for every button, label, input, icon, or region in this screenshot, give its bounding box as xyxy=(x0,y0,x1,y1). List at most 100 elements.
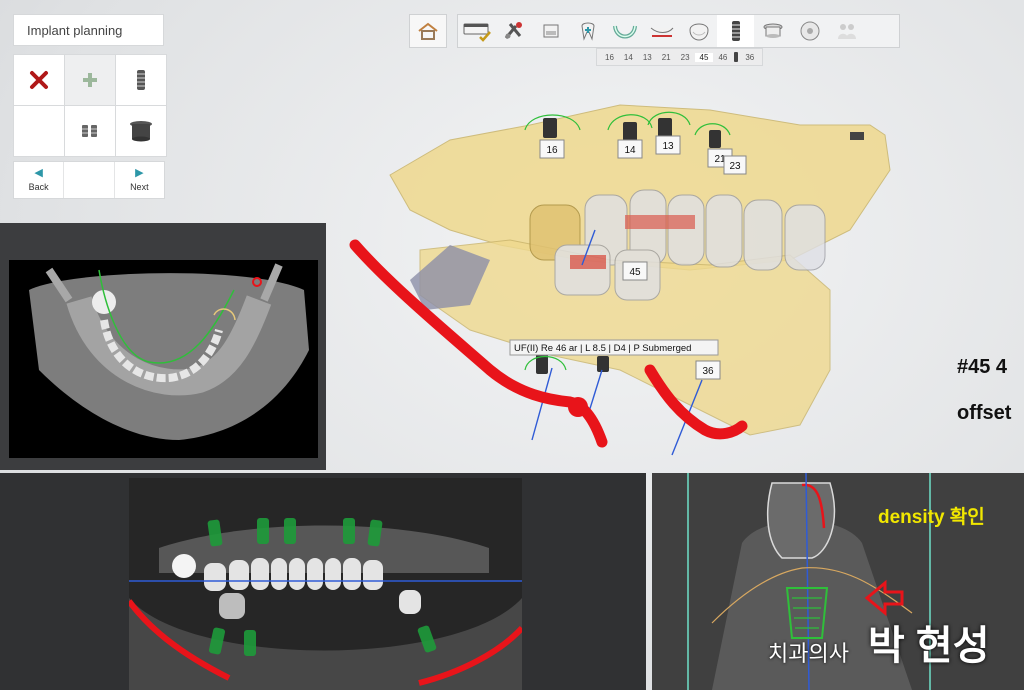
implant-sleeve-red xyxy=(625,215,695,229)
sleeve-ring-icon xyxy=(763,23,782,38)
wizard-nav: ◀ Back ▶ Next xyxy=(13,161,165,199)
pano-tooth xyxy=(219,593,245,619)
step-tools[interactable] xyxy=(495,15,532,47)
arch-icon xyxy=(612,25,637,39)
pano-tooth xyxy=(363,560,383,590)
tooth-crown xyxy=(743,199,783,271)
tooth-tab[interactable]: 36 xyxy=(740,53,759,62)
delete-x-icon xyxy=(30,71,48,89)
disc-icon xyxy=(800,21,819,41)
pano-implant xyxy=(257,518,269,544)
implant-tool-grid xyxy=(13,54,167,157)
tooth-tab[interactable]: 23 xyxy=(676,53,695,62)
step-tooth-add[interactable] xyxy=(569,15,606,47)
pano-tooth xyxy=(343,558,361,590)
abutment-button[interactable] xyxy=(65,106,115,156)
axial-ct-panel[interactable] xyxy=(0,223,326,470)
pano-tooth xyxy=(204,563,226,591)
back-arrow-icon: ◀ xyxy=(34,167,43,179)
pano-tooth xyxy=(325,558,341,590)
step-people[interactable] xyxy=(828,15,865,47)
pano-tooth xyxy=(307,558,323,590)
workflow-toolbar xyxy=(457,14,900,48)
scan-tray-check-icon xyxy=(463,23,491,42)
tooth-crown xyxy=(784,204,826,271)
implant-sleeve-red xyxy=(570,255,606,269)
implant-screw-icon xyxy=(137,70,145,90)
implant-tooltip: UF(II) Re 46 ar | L 8.5 | D4 | P Submerg… xyxy=(514,343,691,354)
next-button[interactable]: ▶ Next xyxy=(115,162,164,198)
panoramic-image xyxy=(129,478,522,690)
nerve-canal-right-end xyxy=(568,397,588,417)
pano-implant xyxy=(343,518,355,544)
step-crown[interactable] xyxy=(680,15,717,47)
delete-implant-button[interactable] xyxy=(14,55,64,105)
scan-box-icon xyxy=(543,24,558,38)
implant-axis xyxy=(587,369,603,416)
panoramic-view[interactable] xyxy=(129,478,522,690)
tooth-tab[interactable]: 16 xyxy=(600,53,619,62)
tooth-selector-strip: 16 14 13 21 23 45 46 36 xyxy=(596,48,764,66)
back-label: Back xyxy=(28,182,49,192)
tooth-tab[interactable]: 46 xyxy=(713,53,732,62)
3d-viewport[interactable]: 16 14 13 21 23 45 36 UF(II) Re 46 ar | L… xyxy=(330,70,1024,470)
panoramic-panel[interactable] xyxy=(0,473,646,690)
tooth-add-icon xyxy=(580,22,595,41)
step-scan-box[interactable] xyxy=(532,15,569,47)
sleeve-icon xyxy=(130,121,152,142)
step-arch[interactable] xyxy=(606,15,643,47)
ruler-jaw-icon xyxy=(650,27,673,37)
density-annotation: density 확인 xyxy=(878,507,985,528)
pano-tooth xyxy=(229,560,249,590)
label-45: 45 xyxy=(629,267,641,278)
crown-icon xyxy=(688,23,709,41)
scan-marker xyxy=(850,132,864,140)
label-13: 13 xyxy=(662,141,674,152)
pano-implant xyxy=(284,518,296,544)
panel-title: Implant planning xyxy=(13,14,164,46)
tooth-crown xyxy=(705,194,743,268)
add-plus-icon xyxy=(83,73,97,87)
home-icon xyxy=(418,22,438,40)
step-implant-active[interactable] xyxy=(717,15,754,47)
abutment-icon xyxy=(82,125,97,137)
side-note-line2: offset xyxy=(957,402,1012,424)
nav-spacer xyxy=(63,162,115,198)
implant-fixture xyxy=(543,118,557,138)
implant-fixture xyxy=(623,122,637,142)
step-scan-tray[interactable] xyxy=(458,15,495,47)
label-23: 23 xyxy=(729,161,741,172)
axial-ct-view[interactable] xyxy=(9,260,318,458)
implant-mini-icon xyxy=(734,52,739,62)
tooth-tab[interactable]: 13 xyxy=(638,53,657,62)
axial-ct-image xyxy=(29,263,309,440)
tooth-tab[interactable]: 21 xyxy=(657,53,676,62)
tooth-tab-selected[interactable]: 45 xyxy=(694,52,714,62)
pano-tooth xyxy=(289,558,305,590)
tooth-tab[interactable]: 14 xyxy=(619,53,638,62)
label-14: 14 xyxy=(624,145,636,156)
implant-fixture xyxy=(709,130,721,148)
pano-tooth xyxy=(399,590,421,614)
pano-tooth xyxy=(251,558,269,590)
implant-icon xyxy=(731,21,740,41)
add-implant-button[interactable] xyxy=(65,55,115,105)
implant-fixture xyxy=(597,356,609,372)
pano-restoration xyxy=(172,554,196,578)
step-ruler-jaw[interactable] xyxy=(643,15,680,47)
signature-title: 치과의사 xyxy=(768,641,849,666)
tools-pliers-icon xyxy=(504,22,522,39)
next-arrow-icon: ▶ xyxy=(135,167,144,179)
pano-tooth xyxy=(271,558,287,590)
signature-name: 박 현성 xyxy=(868,624,990,668)
home-button[interactable] xyxy=(409,14,447,48)
back-button[interactable]: ◀ Back xyxy=(14,162,63,198)
empty-tool-slot xyxy=(14,106,64,156)
sleeve-button[interactable] xyxy=(116,106,166,156)
step-disc[interactable] xyxy=(791,15,828,47)
implant-library-button[interactable] xyxy=(116,55,166,105)
next-label: Next xyxy=(130,182,149,192)
people-icon xyxy=(837,24,856,39)
step-sleeve[interactable] xyxy=(754,15,791,47)
tooth-crown xyxy=(667,194,705,266)
